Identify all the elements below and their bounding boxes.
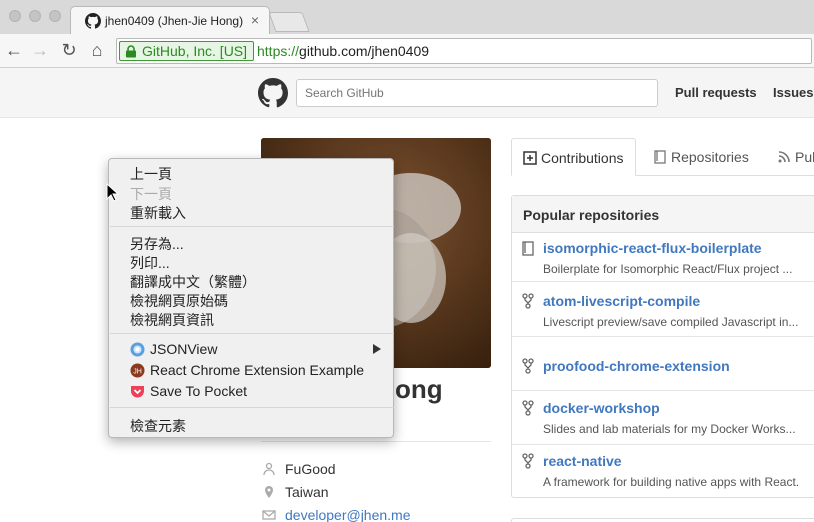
- repo-icon: [654, 150, 666, 164]
- repo-name[interactable]: atom-livescript-compile: [543, 293, 700, 309]
- tab-repositories[interactable]: Repositories: [653, 138, 749, 176]
- context-menu: 上一頁 下一頁 重新載入 另存為... 列印... 翻譯成中文（繁體） 檢視網頁…: [108, 158, 394, 438]
- search-input[interactable]: [296, 79, 658, 107]
- menu-item-translate[interactable]: 翻譯成中文（繁體）: [109, 270, 393, 290]
- menu-item-page-info[interactable]: 檢視網頁資訊: [109, 308, 393, 328]
- react-extension-icon: JH: [130, 363, 145, 378]
- address-bar[interactable]: GitHub, Inc. [US] https://github.com/jhe…: [116, 38, 812, 64]
- url-scheme: https://: [257, 43, 300, 59]
- react-extension-badge: JH: [133, 369, 142, 376]
- menu-item-save-to-pocket[interactable]: Save To Pocket: [109, 381, 393, 401]
- company-text: FuGood: [285, 461, 336, 477]
- tab-label: Pub: [795, 149, 814, 165]
- new-tab-button[interactable]: [268, 12, 310, 32]
- menu-item-forward[interactable]: 下一頁: [109, 182, 393, 202]
- fork-icon: [522, 400, 534, 416]
- popular-repositories: Popular repositories isomorphic-react-fl…: [511, 195, 814, 498]
- profile-tabs: Contributions Repositories Pub: [511, 138, 814, 176]
- menu-item-label: 上一頁: [130, 166, 172, 182]
- menu-item-label: React Chrome Extension Example: [150, 362, 364, 378]
- repo-row[interactable]: docker-workshop Slides and lab materials…: [512, 391, 814, 445]
- repo-row[interactable]: react-native A framework for building na…: [512, 445, 814, 497]
- tab-strip: jhen0409 (Jhen-Jie Hong) ×: [0, 0, 814, 34]
- ev-certificate-badge[interactable]: GitHub, Inc. [US]: [119, 41, 255, 61]
- repo-name[interactable]: proofood-chrome-extension: [543, 358, 730, 374]
- repo-row[interactable]: proofood-chrome-extension: [512, 337, 814, 391]
- menu-item-label: 檢視網頁資訊: [130, 312, 214, 328]
- repo-name[interactable]: isomorphic-react-flux-boilerplate: [543, 240, 762, 256]
- location-pin-icon: [265, 486, 273, 498]
- jsonview-icon: [130, 342, 145, 357]
- pocket-icon: [131, 386, 144, 398]
- back-arrow-icon[interactable]: ←: [4, 40, 24, 60]
- repo-row[interactable]: isomorphic-react-flux-boilerplate Boiler…: [512, 233, 814, 282]
- contributions-icon: [523, 151, 537, 165]
- menu-item-view-source[interactable]: 檢視網頁原始碼: [109, 289, 393, 309]
- submenu-arrow-icon: [373, 344, 381, 354]
- location-text: Taiwan: [285, 484, 329, 500]
- fork-icon: [522, 358, 534, 374]
- browser-toolbar: ← → ↻ ⌂ GitHub, Inc. [US] https://github…: [0, 34, 814, 68]
- nav-issues[interactable]: Issues: [773, 85, 813, 100]
- mail-icon: [262, 510, 276, 520]
- browser-window: jhen0409 (Jhen-Jie Hong) × ← → ↻ ⌂ GitHu…: [0, 0, 814, 522]
- repo-icon: [522, 241, 534, 256]
- organization-icon: [263, 462, 275, 476]
- popular-repositories-header: Popular repositories: [512, 196, 814, 233]
- menu-separator: [110, 226, 394, 227]
- menu-item-back[interactable]: 上一頁: [109, 162, 393, 182]
- menu-item-jsonview[interactable]: JSONView: [109, 339, 393, 359]
- fork-icon: [522, 453, 534, 469]
- repo-name[interactable]: react-native: [543, 453, 622, 469]
- menu-separator: [110, 407, 394, 408]
- site-header: Pull requests Issues: [0, 68, 814, 118]
- tab-title: jhen0409 (Jhen-Jie Hong): [105, 14, 244, 28]
- mouse-cursor-icon: [106, 183, 120, 202]
- tab-contributions[interactable]: Contributions: [511, 138, 636, 176]
- repo-name[interactable]: docker-workshop: [543, 400, 660, 416]
- menu-item-inspect[interactable]: 檢查元素: [109, 414, 393, 434]
- github-icon: [85, 13, 101, 29]
- email-link[interactable]: developer@jhen.me: [285, 507, 411, 522]
- url-host-path: github.com/jhen0409: [299, 43, 430, 59]
- menu-item-reload[interactable]: 重新載入: [109, 201, 393, 221]
- github-logo-icon[interactable]: [258, 78, 288, 108]
- reload-icon[interactable]: ↻: [59, 40, 79, 60]
- repo-description: Slides and lab materials for my Docker W…: [543, 422, 796, 436]
- tab-close-icon[interactable]: ×: [251, 12, 259, 28]
- lock-icon: [126, 45, 136, 58]
- next-section-box: [511, 518, 814, 522]
- repo-description: Livescript preview/save compiled Javascr…: [543, 315, 799, 329]
- tab-public-activity[interactable]: Pub: [777, 138, 814, 176]
- ev-label: GitHub, Inc. [US]: [142, 43, 248, 59]
- browser-tab[interactable]: jhen0409 (Jhen-Jie Hong) ×: [70, 6, 270, 34]
- menu-item-label: JSONView: [150, 341, 218, 357]
- section-title: Popular repositories: [523, 207, 660, 223]
- menu-item-print[interactable]: 列印...: [109, 251, 393, 271]
- repo-row[interactable]: atom-livescript-compile Livescript previ…: [512, 282, 814, 337]
- repo-description: A framework for building native apps wit…: [543, 475, 800, 489]
- tab-label: Repositories: [671, 149, 749, 165]
- minimize-window-button[interactable]: [29, 10, 41, 22]
- close-window-button[interactable]: [9, 10, 21, 22]
- rss-icon: [778, 151, 790, 163]
- menu-item-save-as[interactable]: 另存為...: [109, 232, 393, 252]
- profile-divider: [261, 441, 491, 442]
- fork-icon: [522, 293, 534, 309]
- menu-item-react-extension[interactable]: JH React Chrome Extension Example: [109, 360, 393, 380]
- repo-description: Boilerplate for Isomorphic React/Flux pr…: [543, 262, 793, 276]
- menu-separator: [110, 333, 394, 334]
- nav-pull-requests[interactable]: Pull requests: [675, 85, 757, 100]
- zoom-window-button[interactable]: [49, 10, 61, 22]
- tab-label: Contributions: [541, 150, 624, 166]
- menu-item-label: 重新載入: [130, 205, 186, 221]
- home-icon[interactable]: ⌂: [87, 40, 107, 60]
- forward-arrow-icon[interactable]: →: [30, 40, 50, 60]
- profile-name: ong: [395, 374, 443, 404]
- menu-item-label: 檢查元素: [130, 418, 186, 434]
- menu-item-label: Save To Pocket: [150, 383, 248, 399]
- url-text: https://github.com/jhen0409: [257, 43, 429, 59]
